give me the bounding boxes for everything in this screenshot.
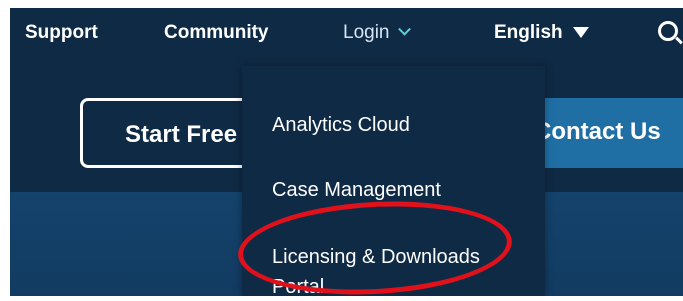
language-selector[interactable]: English [494, 22, 589, 44]
nav-support-link[interactable]: Support [25, 22, 98, 44]
top-navbar: Support Community Login English [10, 8, 683, 66]
login-dropdown-menu: Analytics Cloud Case Management Licensin… [242, 66, 545, 296]
nav-login-label: Login [343, 22, 390, 43]
caret-down-icon [572, 27, 589, 39]
language-label: English [494, 22, 563, 43]
menu-item-analytics-cloud[interactable]: Analytics Cloud [272, 110, 410, 140]
nav-community-link[interactable]: Community [164, 22, 269, 44]
nav-login-menu[interactable]: Login [343, 22, 411, 44]
page-frame: Support Community Login English Start Fr… [10, 8, 683, 296]
chevron-down-icon [397, 22, 411, 36]
menu-item-licensing-downloads-portal[interactable]: Licensing & Downloads Portal [272, 242, 512, 296]
search-icon[interactable] [658, 21, 678, 41]
menu-item-case-management[interactable]: Case Management [272, 175, 441, 205]
